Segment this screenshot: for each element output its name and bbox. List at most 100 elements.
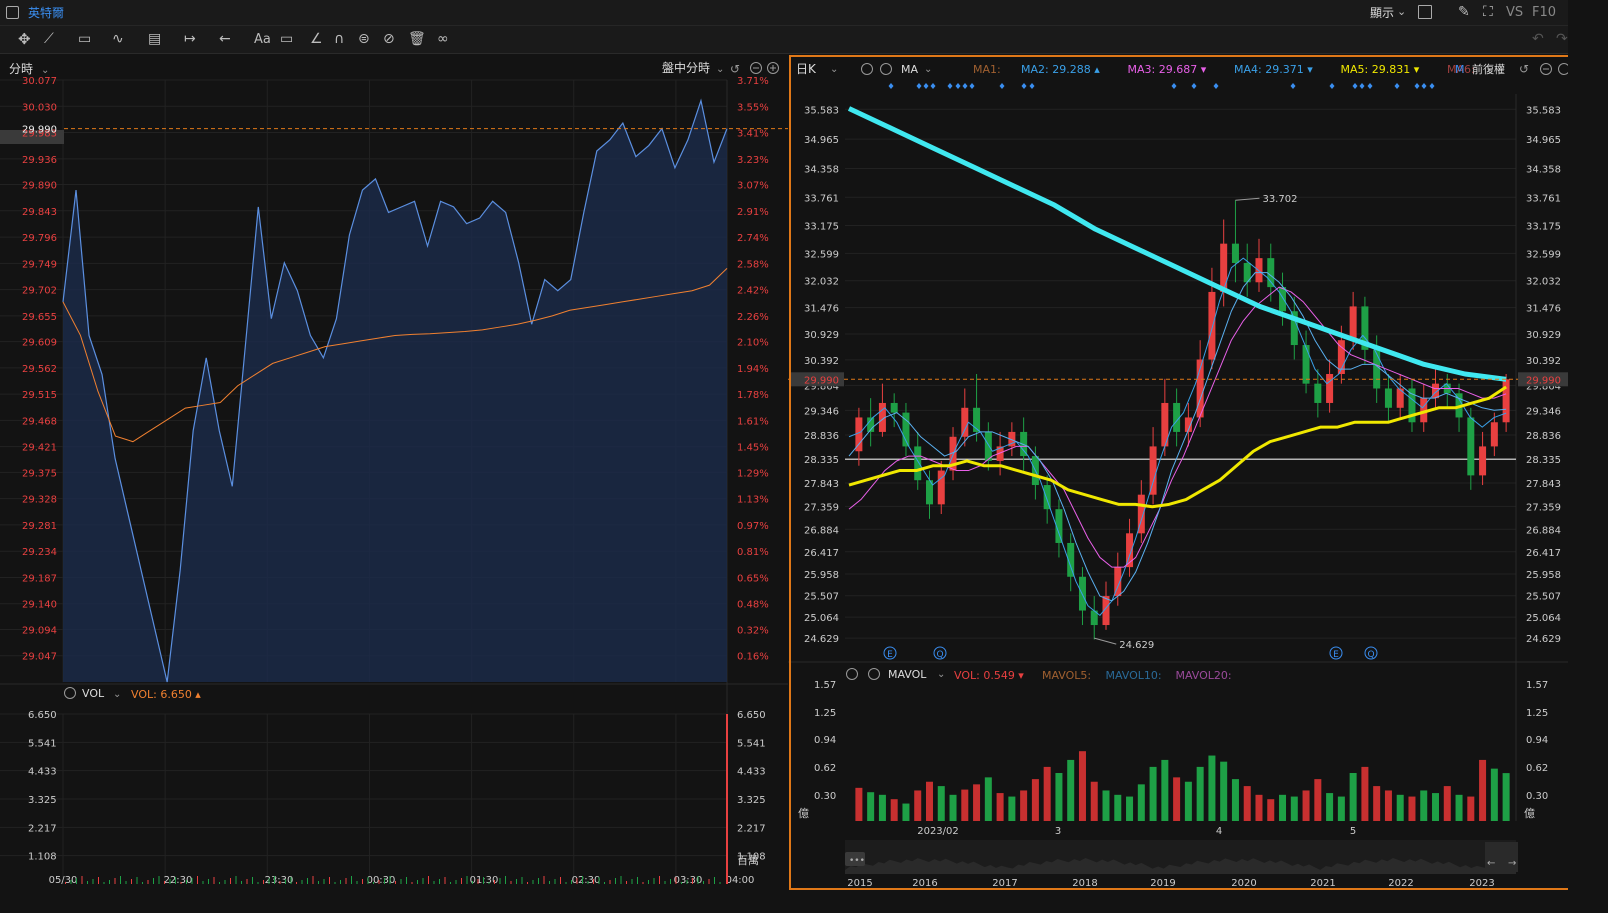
fq-label[interactable]: 前復權 (1472, 62, 1505, 76)
window-icon[interactable] (6, 6, 19, 19)
year-tick: 2023 (1469, 878, 1494, 889)
close-icon[interactable] (64, 687, 76, 699)
overview-strip[interactable]: ••• ← → (845, 840, 1518, 874)
vs-button[interactable]: VS (1506, 6, 1523, 19)
plus-icon[interactable] (1558, 63, 1569, 75)
redo-icon[interactable]: ↷ (1556, 32, 1568, 46)
daily-kline-chart[interactable]: E Q E Q 35.583 35.583 34.965 34.965 34.358 34.35… (788, 54, 1568, 890)
volume-bar (290, 877, 292, 884)
intraday-chart[interactable]: 30.077 3.71%30.030 3.55%29.983 3.41%29.936 3… (0, 54, 788, 890)
volume-bar (1208, 755, 1216, 821)
candle-body (1349, 306, 1357, 341)
comment-icon[interactable]: ▭ (280, 32, 293, 46)
layout-icon[interactable] (1418, 5, 1432, 19)
lock-icon[interactable]: ⊜ (358, 32, 370, 46)
volume-bar (114, 878, 116, 884)
price-tick: 33.175 (804, 222, 839, 233)
gear-icon[interactable] (861, 63, 873, 75)
chevron-down-icon[interactable]: ⌄ (1397, 6, 1406, 17)
volume-bar (521, 877, 523, 884)
left-period-label[interactable]: 分時 (9, 62, 33, 76)
volume-bar (984, 777, 992, 821)
reset-icon[interactable]: ↺ (1519, 62, 1529, 76)
kline-plot (788, 106, 1568, 645)
vol-unit: 百萬 (737, 854, 759, 867)
gear-icon[interactable] (846, 668, 858, 680)
pct-tick: 1.45% (737, 443, 769, 454)
volume-bar (98, 877, 99, 884)
volume-bar (1432, 793, 1440, 821)
high-label: 33.702 (1262, 194, 1297, 205)
event-dot (969, 83, 975, 89)
text-tool[interactable]: Aa (254, 33, 271, 46)
volume-bar (890, 799, 898, 821)
volume-bar (213, 877, 215, 884)
candle-body (1231, 243, 1239, 263)
arrow-tool-icon[interactable]: ← (219, 32, 231, 46)
measure-tool-icon[interactable]: ↦ (184, 32, 196, 46)
pct-tick: 1.61% (737, 416, 769, 427)
reset-icon[interactable]: ↺ (730, 62, 740, 76)
session-label[interactable]: 盤中分時 (662, 60, 710, 75)
m-toggle[interactable]: M (1455, 63, 1465, 76)
rect-tool-icon[interactable]: ▭ (78, 32, 91, 46)
volume-bar (384, 878, 385, 884)
angle-icon[interactable]: ∠ (310, 32, 323, 46)
volume-bar (914, 790, 922, 821)
event-marker: E (887, 650, 893, 660)
event-dot (916, 83, 922, 89)
volume-bar (1396, 794, 1404, 821)
magnet-icon[interactable]: ∩ (334, 32, 344, 46)
hide-icon[interactable]: ⊘ (383, 32, 395, 46)
candle-body (984, 431, 992, 461)
stock-name[interactable]: 英特爾 (28, 7, 64, 19)
volume-bar (1502, 773, 1510, 821)
chevron-down-icon[interactable]: ⌄ (937, 669, 945, 680)
ma-indicator-label[interactable]: MA (901, 63, 918, 76)
trash-icon[interactable]: 🗑 (408, 32, 426, 46)
chevron-down-icon[interactable]: ⌄ (41, 65, 49, 76)
price-tick: 34.358 (804, 164, 839, 175)
volume-bar (208, 879, 209, 884)
fullscreen-icon[interactable]: ⛶ (1483, 5, 1493, 19)
price-tick: 30.392 (804, 356, 839, 367)
volume-bar (444, 877, 446, 884)
ma-legend: MA1: MA2: 29.288 ▴ MA3: 29.687 ▾ MA4: 29.37… (973, 63, 1475, 76)
price-tick-right: 25.958 (1526, 570, 1561, 581)
close-icon[interactable] (868, 668, 880, 680)
line-tool-icon[interactable]: ⟋ (44, 32, 54, 46)
right-period-label[interactable]: 日K (796, 62, 817, 76)
volume-bar (1149, 766, 1157, 821)
price-tick: 29.094 (22, 625, 57, 636)
price-tick: 29.936 (22, 155, 57, 166)
polyline-tool-icon[interactable]: ∿ (112, 32, 124, 46)
mavol-label[interactable]: MAVOL (888, 668, 927, 681)
undo-icon[interactable]: ↶ (1532, 32, 1544, 46)
time-tick: 00:30 (367, 875, 396, 886)
chevron-down-icon[interactable]: ⌄ (830, 64, 838, 75)
f10-button[interactable]: F10 (1532, 6, 1556, 19)
year-tick: 2015 (847, 878, 872, 889)
chevron-down-icon[interactable]: ⌄ (113, 689, 121, 700)
event-dot (955, 83, 961, 89)
fib-tool-icon[interactable]: ▤ (148, 32, 161, 46)
link-icon[interactable]: ∞ (437, 32, 449, 46)
vol-tick-right: 4.433 (737, 767, 766, 778)
price-tick: 28.836 (804, 431, 839, 442)
display-menu[interactable]: 顯示 (1370, 7, 1394, 19)
volume-bar (246, 879, 248, 884)
pct-tick: 3.23% (737, 155, 769, 166)
price-tick: 29.281 (22, 521, 57, 532)
volume-bar (1267, 799, 1275, 821)
move-icon[interactable]: ✥ (18, 32, 31, 47)
event-dot (1367, 83, 1373, 89)
pct-tick: 3.71% (737, 76, 769, 87)
close-icon[interactable] (880, 63, 892, 75)
volume-bar (516, 879, 517, 884)
volume-bar (925, 781, 933, 821)
volume-bar (538, 878, 539, 884)
pencil-icon[interactable]: ✎ (1458, 5, 1470, 19)
chevron-down-icon[interactable]: ⌄ (716, 64, 724, 75)
volume-bar (268, 878, 270, 884)
chevron-down-icon[interactable]: ⌄ (924, 64, 932, 75)
